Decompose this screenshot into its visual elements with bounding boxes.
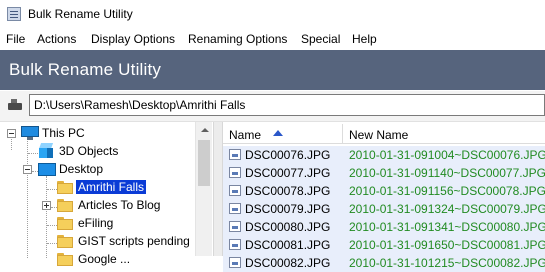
title-bar: Bulk Rename Utility xyxy=(0,0,545,28)
tree-label-3d-objects: 3D Objects xyxy=(59,144,119,158)
file-list-header: Name New Name xyxy=(223,124,545,144)
image-file-icon xyxy=(229,149,241,160)
drive-icon[interactable] xyxy=(8,99,22,111)
tree-label-amrithi-falls: Amrithi Falls xyxy=(76,180,147,194)
file-name: DSC00080.JPG xyxy=(245,220,331,234)
computer-icon xyxy=(21,126,39,140)
file-new-name: 2010-01-31-091341~DSC00080.JPG xyxy=(349,220,545,234)
window-title: Bulk Rename Utility xyxy=(28,7,133,21)
column-header-name[interactable]: Name xyxy=(229,128,261,142)
file-name: DSC00082.JPG xyxy=(245,256,331,270)
image-file-icon xyxy=(229,167,241,178)
app-banner: Bulk Rename Utility xyxy=(0,50,545,90)
desktop-icon xyxy=(38,163,56,176)
file-new-name: 2010-01-31-091156~DSC00078.JPG xyxy=(349,184,545,198)
image-file-icon xyxy=(229,221,241,232)
file-new-name: 2010-01-31-091140~DSC00077.JPG xyxy=(349,166,545,180)
menu-help[interactable]: Help xyxy=(352,32,377,46)
file-new-name: 2010-01-31-091324~DSC00079.JPG xyxy=(349,202,545,216)
scrollbar-thumb[interactable] xyxy=(198,140,210,186)
tree-item-desktop[interactable]: Desktop xyxy=(0,160,195,178)
file-list: Name New Name DSC00076.JPG 2010-01-31-09… xyxy=(223,122,545,272)
file-row[interactable]: DSC00078.JPG 2010-01-31-091156~DSC00078.… xyxy=(223,182,545,200)
file-new-name: 2010-01-31-101215~DSC00082.JPG xyxy=(349,256,545,270)
folder-tree[interactable]: This PC 3D Objects Desktop Amrithi Falls… xyxy=(0,122,213,266)
file-new-name: 2010-01-31-091650~DSC00081.JPG xyxy=(349,238,545,252)
path-value: D:\Users\Ramesh\Desktop\Amrithi Falls xyxy=(34,98,246,112)
sort-ascending-icon xyxy=(273,130,283,136)
tree-item-efiling[interactable]: eFiling xyxy=(0,214,195,232)
file-row[interactable]: DSC00082.JPG 2010-01-31-101215~DSC00082.… xyxy=(223,254,545,272)
path-input[interactable]: D:\Users\Ramesh\Desktop\Amrithi Falls xyxy=(29,94,545,116)
file-row[interactable]: DSC00079.JPG 2010-01-31-091324~DSC00079.… xyxy=(223,200,545,218)
file-name: DSC00081.JPG xyxy=(245,238,331,252)
tree-scrollbar[interactable] xyxy=(195,122,212,256)
path-bar: D:\Users\Ramesh\Desktop\Amrithi Falls xyxy=(0,91,545,122)
scroll-up-arrow-icon[interactable] xyxy=(201,128,209,132)
folder-icon xyxy=(57,253,73,266)
banner-title: Bulk Rename Utility xyxy=(9,60,162,79)
collapse-icon[interactable] xyxy=(7,129,16,138)
expand-icon[interactable] xyxy=(42,201,51,210)
tree-item-partial[interactable]: Google ... xyxy=(0,250,195,268)
tree-label-partial: Google ... xyxy=(78,252,131,266)
file-name: DSC00077.JPG xyxy=(245,166,331,180)
tree-label-gist-scripts: GIST scripts pending xyxy=(78,234,190,248)
image-file-icon xyxy=(229,239,241,250)
collapse-icon[interactable] xyxy=(23,165,32,174)
image-file-icon xyxy=(229,185,241,196)
tree-item-this-pc[interactable]: This PC xyxy=(0,124,195,142)
menu-actions[interactable]: Actions xyxy=(37,32,76,46)
file-name: DSC00076.JPG xyxy=(245,148,331,162)
file-row[interactable]: DSC00076.JPG 2010-01-31-091004~DSC00076.… xyxy=(223,146,545,164)
file-row[interactable]: DSC00077.JPG 2010-01-31-091140~DSC00077.… xyxy=(223,164,545,182)
3d-objects-icon xyxy=(38,143,54,159)
folder-icon xyxy=(57,181,73,194)
image-file-icon xyxy=(229,203,241,214)
folder-icon xyxy=(57,217,73,230)
tree-label-this-pc: This PC xyxy=(42,126,85,140)
folder-icon xyxy=(57,235,73,248)
tree-label-articles-to-blog: Articles To Blog xyxy=(78,198,161,212)
menu-display-options[interactable]: Display Options xyxy=(91,32,175,46)
menu-bar: File Actions Display Options Renaming Op… xyxy=(0,29,545,49)
tree-item-gist-scripts[interactable]: GIST scripts pending xyxy=(0,232,195,250)
tree-item-amrithi-falls[interactable]: Amrithi Falls xyxy=(0,178,195,196)
file-new-name: 2010-01-31-091004~DSC00076.JPG xyxy=(349,148,545,162)
file-row[interactable]: DSC00080.JPG 2010-01-31-091341~DSC00080.… xyxy=(223,218,545,236)
column-header-new-name[interactable]: New Name xyxy=(349,128,408,142)
menu-special[interactable]: Special xyxy=(301,32,340,46)
app-icon xyxy=(7,7,21,21)
file-name: DSC00078.JPG xyxy=(245,184,331,198)
tree-item-articles-to-blog[interactable]: Articles To Blog xyxy=(0,196,195,214)
menu-renaming-options[interactable]: Renaming Options xyxy=(188,32,287,46)
folder-icon xyxy=(57,199,73,212)
image-file-icon xyxy=(229,257,241,268)
tree-label-efiling: eFiling xyxy=(78,216,114,230)
menu-file[interactable]: File xyxy=(6,32,25,46)
tree-label-desktop: Desktop xyxy=(59,162,104,176)
pane-splitter[interactable] xyxy=(213,122,223,256)
file-row[interactable]: DSC00081.JPG 2010-01-31-091650~DSC00081.… xyxy=(223,236,545,254)
column-divider[interactable] xyxy=(342,124,343,144)
tree-item-3d-objects[interactable]: 3D Objects xyxy=(0,142,195,160)
file-name: DSC00079.JPG xyxy=(245,202,331,216)
